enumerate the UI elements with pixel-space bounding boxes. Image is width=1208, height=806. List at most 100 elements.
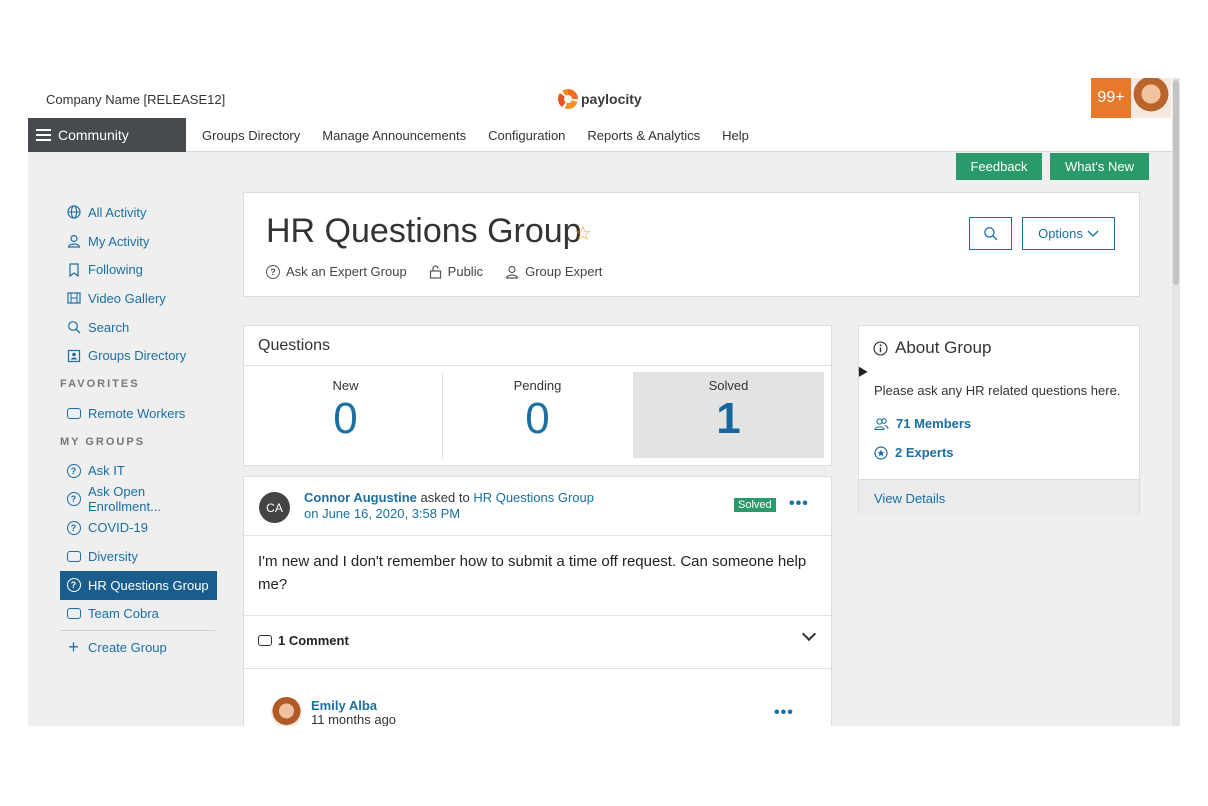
about-group-title: About Group	[873, 338, 991, 358]
sidebar-item-ask-it[interactable]: ? Ask IT	[60, 456, 220, 485]
create-group-button[interactable]: + Create Group	[60, 633, 220, 662]
group-meta: ? Ask an Expert Group Public Group Exper…	[266, 264, 602, 279]
brand-logo[interactable]: paylocity	[558, 89, 642, 109]
about-title-label: About Group	[895, 338, 992, 357]
sidebar-item-label: Diversity	[88, 549, 138, 565]
sidebar-item-label: Following	[88, 262, 143, 278]
stat-label: Solved	[708, 378, 749, 393]
about-group-panel: About Group Please ask any HR related qu…	[858, 325, 1140, 515]
feedback-button[interactable]: Feedback	[956, 153, 1042, 180]
paylocity-logo-icon	[558, 89, 578, 109]
film-icon	[66, 291, 81, 306]
sidebar-item-label: COVID-19	[88, 520, 148, 536]
chevron-down-icon[interactable]	[801, 626, 817, 642]
search-icon	[66, 320, 81, 335]
stat-solved[interactable]: Solved 1	[633, 372, 824, 458]
sidebar-item-my-activity[interactable]: My Activity	[60, 227, 220, 256]
group-type: ? Ask an Expert Group	[266, 264, 407, 279]
sidebar-item-ask-open-enrollment[interactable]: ? Ask Open Enrollment...	[60, 484, 220, 514]
scrollbar-thumb[interactable]	[1173, 80, 1179, 285]
app-window: Company Name [RELEASE12] paylocity 99+ C…	[28, 78, 1180, 726]
nav-help[interactable]: Help	[722, 128, 749, 143]
group-role: Group Expert	[505, 264, 602, 279]
questions-title: Questions	[258, 337, 331, 354]
user-avatar[interactable]	[1131, 78, 1171, 118]
post-header: Connor Augustine asked to HR Questions G…	[304, 490, 594, 522]
chat-icon	[66, 606, 81, 621]
main-nav: Community Groups Directory Manage Announ…	[28, 118, 1172, 152]
comment-time: 11 months ago	[311, 712, 397, 727]
comment-header: Emily Alba 11 months ago	[311, 698, 397, 727]
stat-value: 0	[525, 394, 550, 443]
sidebar-item-label: Remote Workers	[88, 405, 186, 421]
sidebar-item-team-cobra[interactable]: Team Cobra	[60, 600, 220, 629]
stat-pending[interactable]: Pending 0	[442, 372, 633, 458]
comment-icon	[258, 635, 272, 646]
sidebar-item-diversity[interactable]: Diversity	[60, 542, 220, 571]
sidebar-item-video-gallery[interactable]: Video Gallery	[60, 284, 220, 313]
nav-groups-directory[interactable]: Groups Directory	[202, 128, 300, 143]
avatar[interactable]: CA	[259, 492, 290, 523]
expert-star-icon	[874, 445, 888, 460]
comment-author-link[interactable]: Emily Alba	[311, 698, 377, 713]
post-divider	[244, 668, 831, 669]
chevron-down-icon	[1087, 230, 1099, 237]
question-icon: ?	[66, 463, 81, 478]
post-date-link[interactable]: on June 16, 2020, 3:58 PM	[304, 506, 460, 521]
sidebar-item-hr-questions-group[interactable]: ? HR Questions Group	[60, 570, 217, 600]
stat-label: Pending	[513, 378, 562, 393]
nav-reports-analytics[interactable]: Reports & Analytics	[587, 128, 700, 143]
nav-manage-announcements[interactable]: Manage Announcements	[322, 128, 466, 143]
post-group-link[interactable]: HR Questions Group	[473, 490, 594, 505]
sidebar-item-label: Ask IT	[88, 463, 125, 479]
hamburger-icon	[36, 129, 51, 141]
post-divider	[244, 535, 831, 536]
sidebar-item-label: All Activity	[88, 204, 147, 220]
comments-toggle[interactable]: 1 Comment	[258, 633, 349, 648]
options-label: Options	[1038, 226, 1083, 241]
options-dropdown-button[interactable]: Options	[1022, 217, 1115, 250]
favorite-star-icon[interactable]: ☆	[574, 221, 592, 246]
sidebar-item-all-activity[interactable]: All Activity	[60, 198, 220, 227]
community-menu-button[interactable]: Community	[28, 118, 186, 152]
sidebar-divider	[60, 630, 215, 632]
group-visibility-label: Public	[447, 264, 484, 279]
expert-user-icon	[505, 265, 519, 279]
unlock-icon	[429, 264, 441, 279]
nav-configuration[interactable]: Configuration	[488, 128, 565, 143]
post-author-link[interactable]: Connor Augustine	[304, 490, 417, 505]
sidebar-item-covid-19[interactable]: ? COVID-19	[60, 514, 220, 543]
search-icon	[984, 227, 998, 241]
members-count: 71 Members	[896, 416, 972, 431]
group-search-button[interactable]	[969, 217, 1012, 250]
question-icon: ?	[266, 264, 280, 279]
globe-icon	[66, 205, 81, 220]
page-scrollbar[interactable]	[1172, 78, 1180, 726]
create-group-label: Create Group	[88, 640, 167, 656]
sidebar-item-groups-directory[interactable]: Groups Directory	[60, 341, 220, 370]
notifications-badge[interactable]: 99+	[1091, 78, 1131, 118]
sidebar-item-following[interactable]: Following	[60, 255, 220, 284]
sidebar-item-label: HR Questions Group	[88, 577, 209, 593]
whats-new-button[interactable]: What's New	[1050, 153, 1149, 180]
sidebar-item-label: Groups Directory	[88, 348, 187, 364]
user-icon	[66, 234, 81, 249]
comments-count: 1 Comment	[278, 633, 349, 648]
post-more-icon[interactable]: •••	[789, 495, 809, 513]
post-body: I'm new and I don't remember how to subm…	[258, 553, 807, 593]
members-link[interactable]: 71 Members	[874, 416, 971, 431]
brand-name: paylocity	[581, 91, 642, 107]
comment-more-icon[interactable]: •••	[774, 704, 794, 722]
sidebar-item-remote-workers[interactable]: Remote Workers	[60, 399, 220, 428]
view-details-link[interactable]: View Details	[859, 479, 1139, 515]
stat-new[interactable]: New 0	[250, 372, 441, 458]
plus-icon: +	[68, 637, 79, 658]
page-title: HR Questions Group	[266, 212, 582, 250]
question-icon: ?	[66, 578, 81, 593]
sidebar: All Activity My Activity Following Video…	[60, 198, 220, 662]
avatar[interactable]	[271, 697, 302, 726]
sidebar-item-search[interactable]: Search	[60, 313, 220, 342]
post-action: asked to	[420, 490, 470, 505]
experts-link[interactable]: 2 Experts	[874, 445, 954, 460]
question-icon: ?	[66, 520, 81, 535]
